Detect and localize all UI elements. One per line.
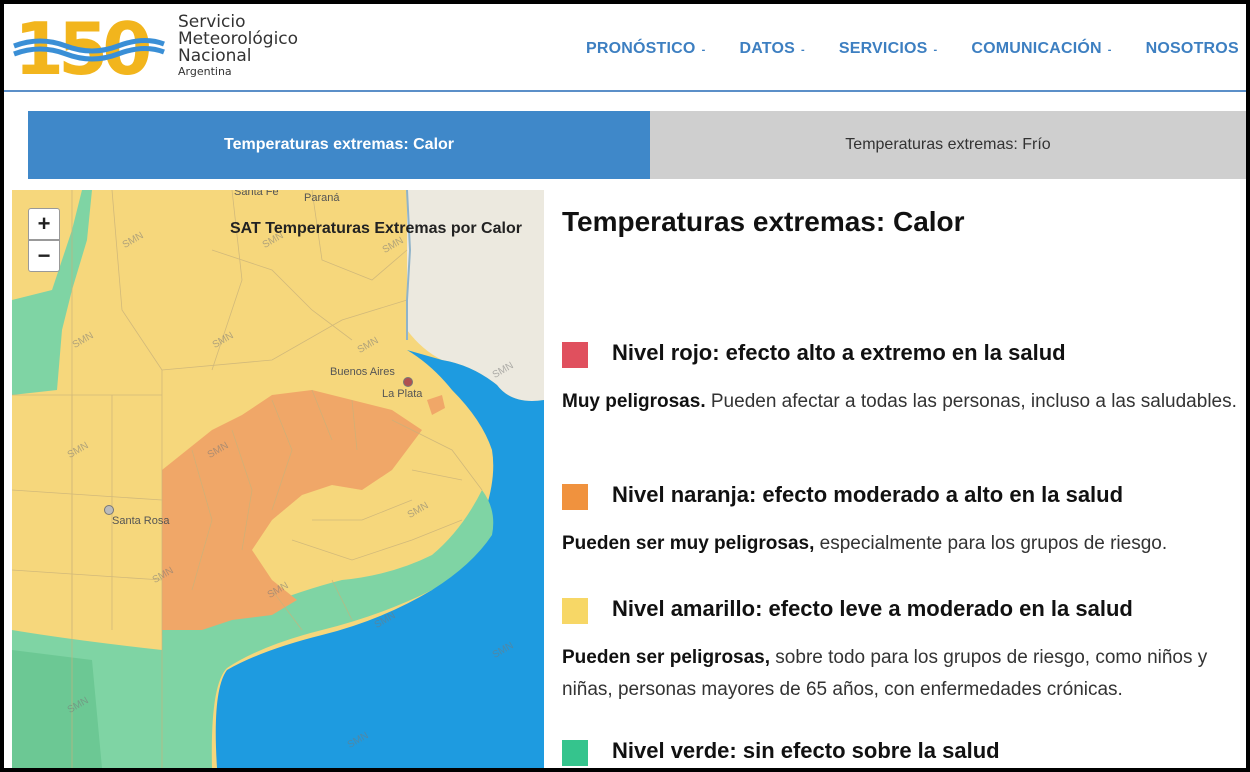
level-orange-description: Pueden ser muy peligrosas, especialmente… [562,533,1168,554]
nav-servicios[interactable]: SERVICIOS - [839,40,938,58]
logo-wordmark: Servicio Meteorológico Nacional Argentin… [178,14,298,78]
zoom-in-button[interactable]: + [28,208,60,240]
tab-calor[interactable]: Temperaturas extremas: Calor [28,111,650,179]
city-label-parana: Paraná [304,192,340,204]
level-yellow-heading: Nivel amarillo: efecto leve a moderado e… [612,596,1133,621]
tab-frio[interactable]: Temperaturas extremas: Frío [650,111,1246,179]
level-yellow-description: Pueden ser peligrosas, sobre todo para l… [562,647,1208,700]
nav-nosotros[interactable]: NOSOTROS [1146,40,1239,58]
nav-comunicacion[interactable]: COMUNICACIÓN - [971,40,1111,58]
level-red-description: Muy peligrosas. Pueden afectar a todas l… [562,391,1237,412]
zoom-out-button[interactable]: − [28,240,60,272]
logo-150-icon: 150 [13,7,165,91]
logo-line-4: Argentina [178,65,232,78]
level-red-swatch [562,342,588,368]
city-label-santa-rosa: Santa Rosa [112,515,170,527]
panel-title: Temperaturas extremas: Calor [562,206,965,237]
main-nav: PRONÓSTICO - DATOS - SERVICIOS - COMUNICACI… [586,40,1246,58]
nav-caret-icon: - [800,44,805,56]
city-label-la-plata: La Plata [382,388,423,400]
city-marker-icon [403,377,413,387]
nav-caret-icon: - [933,44,938,56]
nav-datos[interactable]: DATOS - [739,40,804,58]
page-frame: 150 Servicio Meteorológico Nacional Arge… [4,4,1246,768]
site-header: 150 Servicio Meteorológico Nacional Arge… [4,4,1246,92]
smn-logo[interactable]: 150 Servicio Meteorológico Nacional Arge… [12,7,312,91]
heat-alert-map[interactable]: + − SAT Temperaturas Extremas por Calor … [12,190,544,768]
nav-caret-icon: - [1107,44,1112,56]
level-yellow-swatch [562,598,588,624]
nav-pronostico[interactable]: PRONÓSTICO - [586,40,705,58]
city-label-santa-fe: Santa Fe [234,190,279,198]
nav-caret-icon: - [701,44,706,56]
level-red-heading: Nivel rojo: efecto alto a extremo en la … [612,340,1066,365]
logo-line-3: Nacional [178,46,252,66]
map-canvas [12,190,544,768]
level-orange-heading: Nivel naranja: efecto moderado a alto en… [612,482,1124,507]
city-marker-icon [104,505,114,515]
city-label-buenos-aires: Buenos Aires [330,366,395,378]
level-green-heading: Nivel verde: sin efecto sobre la salud [612,738,1000,763]
level-green-swatch [562,740,588,766]
level-orange-swatch [562,484,588,510]
